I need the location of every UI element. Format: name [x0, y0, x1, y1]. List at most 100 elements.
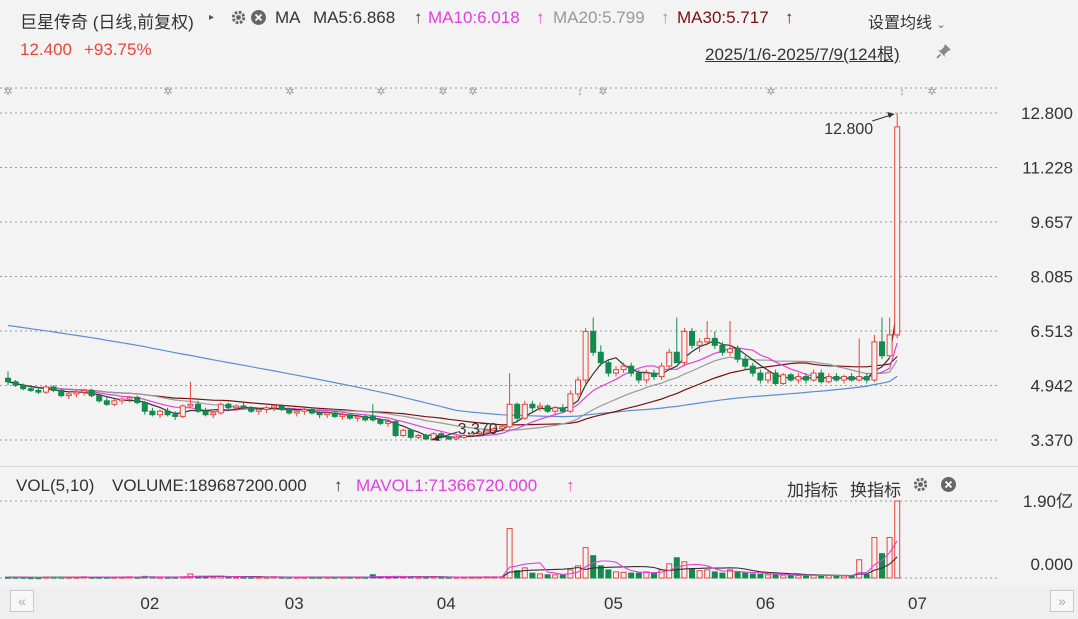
candle-down [27, 388, 34, 391]
volume-bar-down [544, 574, 551, 579]
candle-down [628, 365, 635, 374]
candle-down [50, 386, 57, 391]
candle-up [871, 341, 878, 381]
candle-up [339, 414, 346, 417]
event-marker-icon: ✲ [3, 86, 12, 98]
candle-up [293, 410, 300, 414]
candle-up [210, 412, 217, 416]
candle-up [727, 348, 733, 353]
event-marker-icon: ✲ [927, 86, 936, 98]
candle-up [81, 389, 87, 393]
candle-up [179, 405, 186, 417]
volume-bar-down [605, 569, 612, 579]
candle-down [863, 376, 870, 381]
scroll-right-button[interactable]: » [1050, 590, 1074, 612]
candle-up [324, 412, 331, 416]
price-chart[interactable]: ✲ ✲ ✲ ✲ ✲ ✲ ↕ ✲ ✲ ↕ ✲ 12.800 3.370 12.800 11.228 9.65… [0, 0, 1078, 470]
ma30-line [7, 356, 898, 426]
volume-bar-up [704, 569, 711, 579]
event-marker-icon: ✲ [163, 86, 172, 98]
candle-up [400, 429, 407, 436]
candle-down [309, 408, 315, 414]
x-tick-label: 03 [284, 594, 304, 613]
candle-down [331, 412, 338, 417]
candle-down [833, 376, 840, 381]
x-tick-label: 07 [908, 594, 927, 613]
volume-bar-down [651, 572, 657, 579]
volume-bar-up [658, 569, 665, 579]
candle-down [635, 372, 642, 381]
candle-down [5, 377, 11, 383]
candle-down [362, 415, 369, 421]
candle-down [58, 389, 65, 397]
volume-chart[interactable]: 1.90亿 0.000 [0, 490, 1078, 590]
volume-bar-up [795, 575, 802, 579]
volume-bar-up [537, 573, 543, 579]
volume-bar-up [552, 574, 559, 579]
volume-bar-up [894, 500, 901, 579]
volume-bar-down [590, 555, 597, 579]
candle-down [286, 408, 293, 414]
y-tick-label: 8.085 [1030, 268, 1073, 287]
volume-bar-up [233, 576, 239, 579]
candle-down [164, 410, 171, 416]
candle-up [43, 386, 49, 393]
candle-up [666, 351, 673, 367]
candle-down [689, 330, 695, 346]
candle-up [521, 403, 528, 419]
panel-divider [0, 466, 1078, 467]
volume-bar-up [765, 574, 771, 579]
x-tick-label: 06 [756, 594, 775, 613]
candle-up [810, 372, 817, 381]
y-tick-label: 6.513 [1030, 322, 1073, 341]
volume-bar-down [711, 571, 718, 579]
candle-down [195, 403, 201, 412]
candle-down [879, 341, 885, 357]
scroll-left-button[interactable]: « [10, 590, 34, 612]
volume-bar-up [841, 575, 847, 579]
x-tick-label: 02 [140, 594, 160, 613]
candle-down [445, 436, 452, 440]
candle-down [392, 421, 399, 436]
candle-down [590, 330, 597, 353]
volume-bar-down [863, 574, 870, 579]
candle-down [818, 372, 825, 383]
volume-bar-down [749, 573, 756, 579]
candle-down [757, 372, 764, 381]
candle-down [742, 358, 749, 367]
candle-up [187, 403, 194, 407]
y-tick-label: 12.800 [1021, 104, 1073, 123]
vol-y-tick-label: 1.90亿 [1023, 492, 1073, 511]
candle-up [620, 365, 627, 371]
candle-up [73, 391, 80, 395]
volume-bar-up [506, 528, 513, 579]
y-tick-label: 3.370 [1030, 431, 1073, 450]
volume-bar-up [696, 570, 703, 579]
candle-down [278, 405, 285, 410]
candle-up [894, 126, 901, 336]
candle-up [111, 400, 118, 405]
candle-down [96, 395, 103, 402]
candle-down [559, 407, 566, 412]
volume-bar-down [529, 572, 536, 579]
candle-down [673, 351, 680, 364]
candle-down [172, 414, 179, 417]
low-label: 3.370 [458, 421, 498, 438]
candle-down [316, 412, 323, 416]
volume-bar-up [620, 571, 627, 579]
candle-down [719, 344, 726, 353]
candle-up [119, 398, 125, 402]
volume-bar-down [689, 568, 695, 579]
candle-down [423, 434, 429, 440]
candle-up [886, 334, 893, 357]
candle-down [597, 351, 604, 364]
volume-bar-down [772, 574, 779, 579]
volume-bar-up [582, 547, 589, 579]
y-tick-label: 4.942 [1030, 376, 1073, 395]
candle-down [103, 400, 110, 405]
candle-up [271, 405, 277, 409]
candle-up [552, 407, 559, 412]
candle-up [795, 376, 802, 381]
event-marker-icon: ↕ [899, 86, 905, 98]
candle-down [514, 403, 521, 419]
